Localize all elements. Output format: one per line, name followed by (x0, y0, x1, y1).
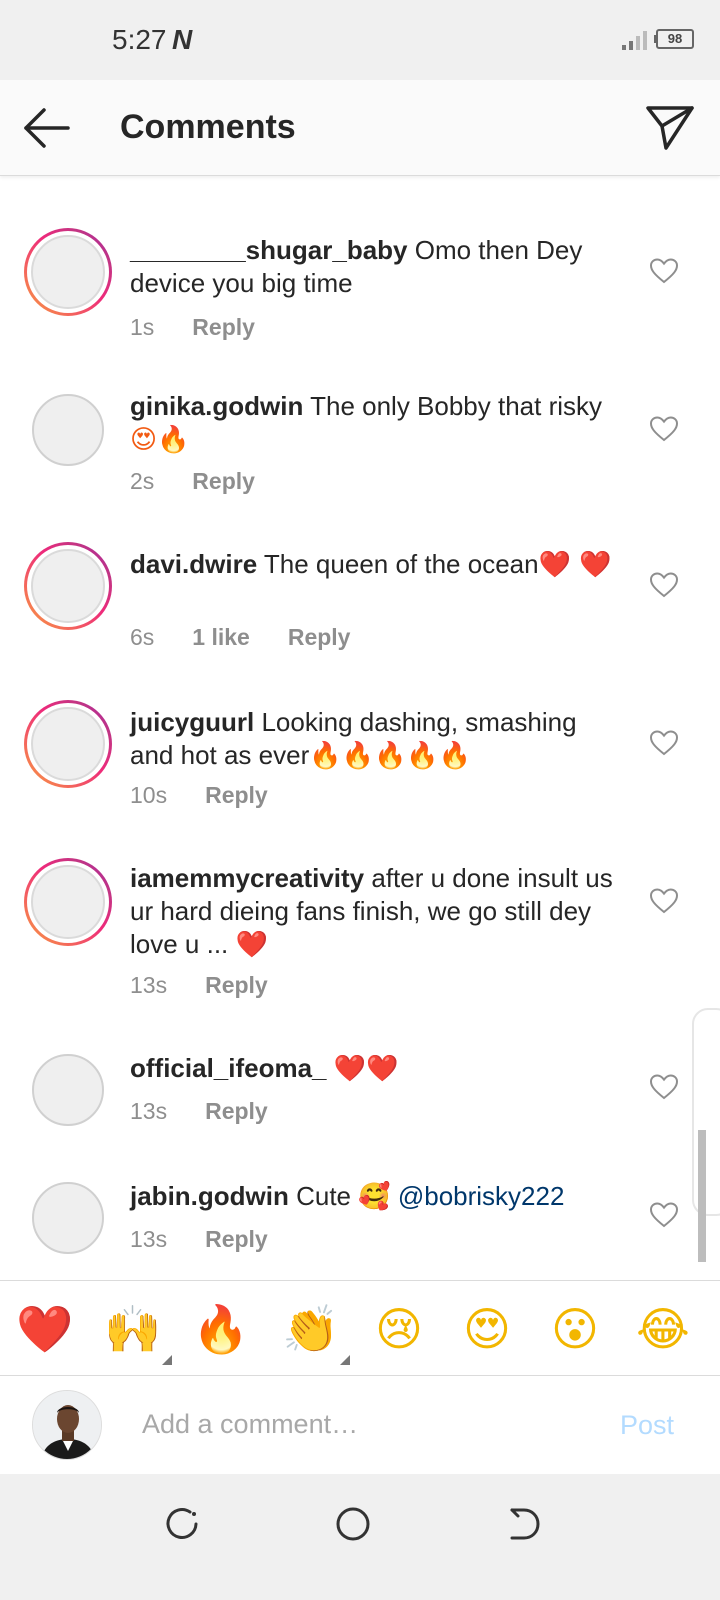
skin-tone-indicator (340, 1355, 350, 1365)
post-button[interactable]: Post (620, 1410, 674, 1441)
comment-text: ________shugar_baby Omo then Dey device … (130, 234, 620, 300)
comment-text: iamemmycreativity after u done insult us… (130, 862, 620, 962)
heart-icon[interactable] (650, 416, 678, 442)
red-heart-emoji-button[interactable]: ❤️ (12, 1297, 78, 1361)
side-panel-handle[interactable] (692, 1008, 720, 1216)
comment-username[interactable]: davi.dwire (130, 549, 257, 579)
comment-emoji: 🔥🔥🔥🔥🔥 (309, 741, 472, 771)
comment-text: davi.dwire The queen of the ocean❤️ ❤️ (130, 548, 620, 582)
comment-meta: 2s Reply (130, 468, 255, 495)
arrow-left-icon[interactable] (20, 104, 72, 152)
comment-text: juicyguurl Looking dashing, smashing and… (130, 706, 620, 773)
comment-body: The only Bobby that risky (303, 391, 603, 421)
heart-icon[interactable] (650, 888, 678, 914)
comment-emoji: ❤️ ❤️ (538, 550, 612, 580)
comment-meta: 13s Reply (130, 972, 268, 999)
quick-emoji-bar: ❤️ 🙌 🔥 👏 😢 😍 😮 😂 (0, 1280, 720, 1376)
scrollbar[interactable] (698, 1130, 706, 1262)
comment-meta: 10s Reply (130, 782, 268, 809)
reply-button[interactable]: Reply (205, 972, 268, 998)
comment-time: 2s (130, 468, 155, 494)
avatar (31, 707, 105, 781)
comment-emoji: ❤️ (235, 930, 268, 960)
add-comment-bar: Post (0, 1376, 720, 1474)
comment-meta: 13s Reply (130, 1226, 268, 1253)
comment-username[interactable]: ________shugar_baby (130, 235, 408, 265)
reply-button[interactable]: Reply (288, 624, 351, 650)
avatar (31, 865, 105, 939)
comment-text: ginika.godwin The only Bobby that risky … (130, 390, 620, 457)
avatar (31, 549, 105, 623)
avatar (32, 1390, 102, 1460)
reply-button[interactable]: Reply (192, 314, 255, 340)
heart-icon[interactable] (650, 1202, 678, 1228)
avatar-story-ring[interactable] (24, 858, 112, 946)
comment-input[interactable] (130, 1396, 590, 1452)
avatar[interactable] (32, 1054, 104, 1126)
crying-face-emoji-button[interactable]: 😢 (366, 1297, 432, 1361)
back-icon[interactable] (502, 1502, 546, 1546)
avatar-story-ring[interactable] (24, 542, 112, 630)
reply-button[interactable]: Reply (205, 1226, 268, 1252)
comment-emoji: 😍🔥 (130, 425, 190, 455)
raising-hands-emoji-button[interactable]: 🙌 (100, 1297, 172, 1365)
status-bar: 5:27 N 98 (0, 0, 720, 80)
comment-time: 13s (130, 972, 168, 998)
heart-eyes-emoji-button[interactable]: 😍 (454, 1297, 520, 1361)
skin-tone-indicator (162, 1355, 172, 1365)
comment-list[interactable]: ________shugar_baby Omo then Dey device … (0, 176, 720, 1306)
clapping-hands-emoji: 👏 (282, 1302, 340, 1356)
comment-text: jabin.godwin Cute 🥰 @bobrisky222 (130, 1180, 620, 1214)
avatar[interactable] (32, 1182, 104, 1254)
app-bar: Comments (0, 80, 720, 176)
comment-body (327, 1053, 334, 1083)
home-icon[interactable] (331, 1502, 375, 1546)
avatar-story-ring[interactable] (24, 228, 112, 316)
tears-of-joy-emoji-button[interactable]: 😂 (630, 1297, 696, 1361)
comment-meta: 1s Reply (130, 314, 255, 341)
heart-icon[interactable] (650, 258, 678, 284)
avatar (31, 235, 105, 309)
comment-emoji: 🥰 (358, 1182, 391, 1212)
notification-icon: N (172, 24, 193, 55)
battery-icon: 98 (656, 29, 694, 49)
reply-button[interactable]: Reply (205, 1098, 268, 1124)
comment-time: 13s (130, 1226, 168, 1252)
signal-icon (622, 31, 647, 50)
avatar-story-ring[interactable] (24, 700, 112, 788)
comment-emoji: ❤️❤️ (333, 1054, 399, 1084)
comment-username[interactable]: juicyguurl (130, 707, 254, 737)
reply-button[interactable]: Reply (192, 468, 255, 494)
comment-body: Cute (288, 1181, 359, 1211)
comment-time: 6s (130, 624, 155, 650)
recents-icon[interactable] (160, 1502, 204, 1546)
comment-meta: 13s Reply (130, 1098, 268, 1125)
fire-emoji-button[interactable]: 🔥 (188, 1297, 254, 1361)
reply-button[interactable]: Reply (205, 782, 268, 808)
comment-username[interactable]: official_ifeoma_ (130, 1053, 327, 1083)
comment-username[interactable]: jabin.godwin (130, 1181, 289, 1211)
page-title: Comments (120, 108, 296, 146)
heart-icon[interactable] (650, 730, 678, 756)
heart-icon[interactable] (650, 1074, 678, 1100)
likes-count[interactable]: 1 like (192, 624, 250, 650)
comment-body: The queen of the ocean (257, 549, 539, 579)
astonished-face-emoji-button[interactable]: 😮 (542, 1297, 608, 1361)
navigation-bar (0, 1474, 720, 1600)
comment-text: official_ifeoma_ ❤️❤️ (130, 1052, 620, 1086)
comment-time: 13s (130, 1098, 168, 1124)
comment-username[interactable]: ginika.godwin (130, 391, 303, 421)
clapping-hands-emoji-button[interactable]: 👏 (278, 1297, 350, 1365)
profile-photo (33, 1391, 101, 1459)
status-time: 5:27 (112, 24, 167, 55)
heart-icon[interactable] (650, 572, 678, 598)
comment-username[interactable]: iamemmycreativity (130, 863, 364, 893)
raising-hands-emoji: 🙌 (104, 1302, 162, 1356)
comment-time: 10s (130, 782, 168, 808)
comment-meta: 6s 1 like Reply (130, 624, 350, 651)
avatar[interactable] (32, 394, 104, 466)
comment-time: 1s (130, 314, 155, 340)
paper-plane-icon[interactable] (644, 102, 696, 154)
mention-link[interactable]: @bobrisky222 (391, 1181, 565, 1211)
